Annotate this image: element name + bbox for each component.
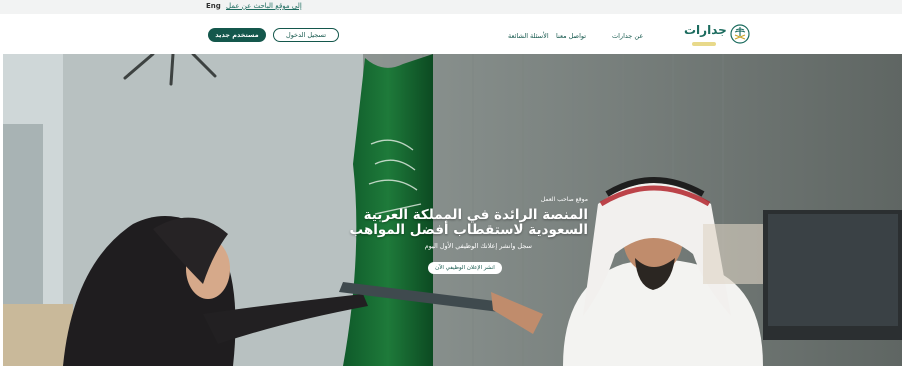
hero-banner: موقع صاحب العمل المنصة الرائدة في المملك… — [3, 54, 902, 366]
site-logo[interactable]: جدارات — [684, 22, 750, 50]
saudi-emblem-icon — [730, 24, 750, 44]
top-utility-bar: Eng إلى موقع الباحث عن عمل — [0, 0, 902, 14]
hero-kicker: موقع صاحب العمل — [540, 196, 588, 203]
nav-link-faq[interactable]: الأسئلة الشائعة — [508, 32, 549, 40]
hero-description: سجل وانشر إعلانك الوظيفي الأول اليوم — [424, 242, 532, 250]
hero-headline-line1: المنصة الرائدة في المملكة العربية — [363, 207, 588, 223]
job-seeker-site-link[interactable]: إلى موقع الباحث عن عمل — [226, 2, 302, 10]
post-job-ad-button[interactable]: انشر الإعلان الوظيفي الآن — [428, 262, 502, 274]
main-navbar: مستخدم جديد تسجيل الدخول الأسئلة الشائعة… — [0, 14, 902, 54]
nav-link-about[interactable]: عن جدارات — [612, 32, 643, 40]
language-switch-link[interactable]: Eng — [206, 2, 221, 10]
nav-link-contact[interactable]: تواصل معنا — [556, 32, 586, 40]
logo-badge — [692, 42, 716, 46]
hero-headline-line2: السعودية لاستقطاب أفضل المواهب — [349, 222, 588, 238]
login-button[interactable]: تسجيل الدخول — [273, 28, 339, 42]
logo-brand-text: جدارات — [684, 23, 727, 37]
new-user-button[interactable]: مستخدم جديد — [208, 28, 266, 42]
